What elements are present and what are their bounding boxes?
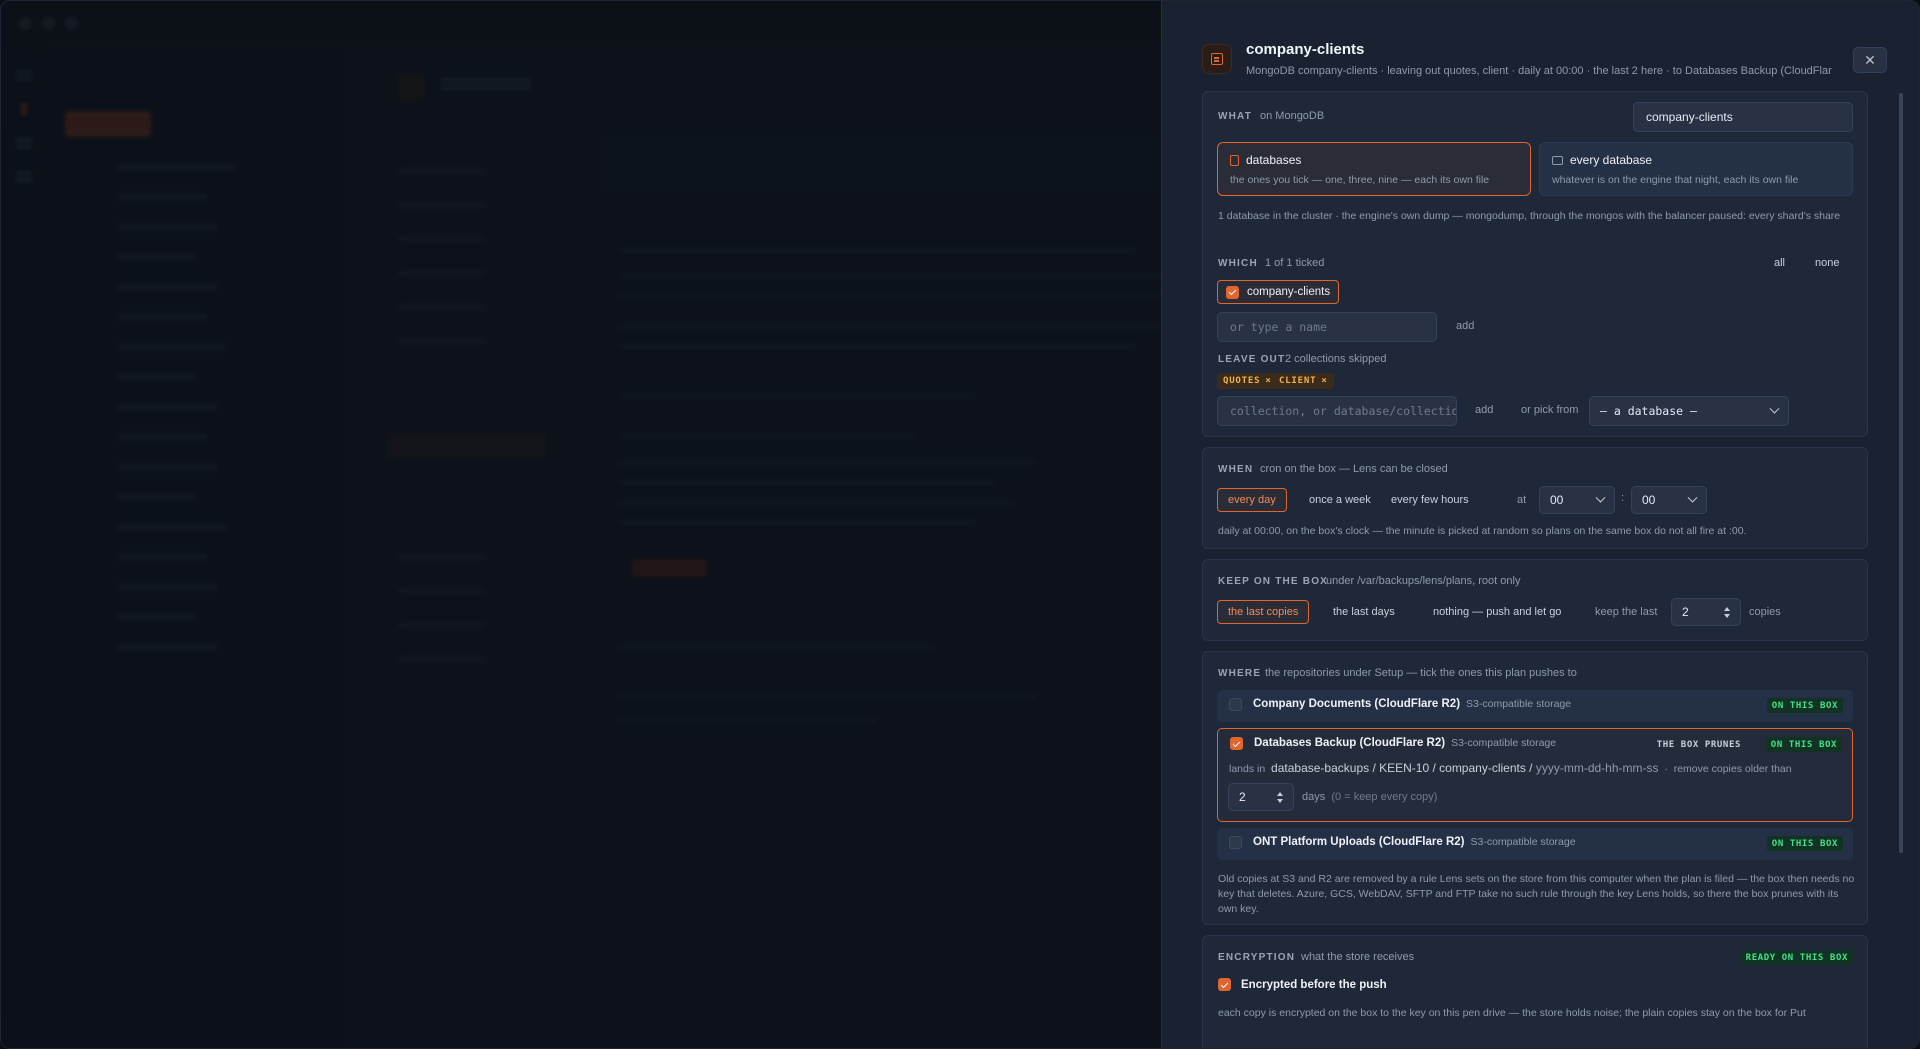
leave-out-note: 2 collections skipped: [1285, 353, 1387, 365]
app-window: company-clients MongoDB company-clients …: [0, 0, 1920, 1049]
days-label: days (0 = keep every copy): [1302, 791, 1438, 803]
section-label: WHEN: [1218, 464, 1254, 475]
encryption-status-badge: READY ON THIS BOX: [1740, 950, 1853, 965]
checkbox-checked[interactable]: [1226, 285, 1239, 299]
option-databases[interactable]: databases the ones you tick — one, three…: [1217, 142, 1531, 196]
retention-nothing[interactable]: nothing — push and let go: [1423, 600, 1571, 624]
option-title: databases: [1246, 153, 1302, 167]
repository-name: ONT Platform Uploads (CloudFlare R2): [1253, 836, 1465, 848]
section-note: on MongoDB: [1260, 110, 1325, 122]
database-name: company-clients: [1247, 286, 1331, 298]
encrypt-checkbox[interactable]: [1218, 978, 1231, 991]
pick-from-label: or pick from: [1521, 404, 1579, 416]
close-icon: ✕: [1864, 51, 1876, 68]
chevron-down-icon: [1687, 492, 1698, 503]
chevron-down-icon: [1769, 403, 1780, 414]
time-colon: :: [1621, 492, 1625, 504]
schedule-once-a-week[interactable]: once a week: [1299, 488, 1381, 512]
section-encryption: ENCRYPTION what the store receives READY…: [1202, 935, 1868, 1048]
section-label: WHERE: [1218, 668, 1262, 679]
database-checkbox-company-clients[interactable]: company-clients: [1217, 280, 1340, 304]
database-pick-select[interactable]: – a database –: [1589, 396, 1789, 426]
select-all-button[interactable]: all: [1774, 257, 1785, 269]
copies-label: copies: [1749, 606, 1781, 618]
stepper-arrows-icon[interactable]: [1724, 606, 1730, 618]
option-desc: the ones you tick — one, three, nine — e…: [1230, 174, 1490, 186]
encrypt-checkbox-row[interactable]: Encrypted before the push: [1218, 978, 1387, 991]
repository-checkbox[interactable]: [1229, 836, 1242, 849]
which-label: WHICH: [1218, 258, 1258, 269]
leave-out-label: LEAVE OUT: [1218, 354, 1286, 365]
pruning-info: Old copies at S3 and R2 are removed by a…: [1218, 873, 1855, 915]
add-collection-button[interactable]: add: [1475, 404, 1493, 416]
destination-path-tail: yyyy-mm-dd-hh-mm-ss: [1535, 761, 1659, 775]
remove-icon[interactable]: ×: [1265, 376, 1271, 386]
section-note: the repositories under Setup — tick the …: [1265, 667, 1577, 679]
repository-databases-backup[interactable]: Databases Backup (CloudFlare R2) S3-compa…: [1217, 728, 1853, 822]
prune-badge: THE BOX PRUNES: [1656, 739, 1741, 750]
repository-checkbox[interactable]: [1230, 737, 1243, 750]
encryption-info: each copy is encrypted on the box to the…: [1218, 1007, 1806, 1019]
drawer-title: company-clients: [1246, 41, 1365, 58]
repository-company-documents[interactable]: Company Documents (CloudFlare R2) S3-comp…: [1217, 690, 1853, 722]
repository-ont-platform-uploads[interactable]: ONT Platform Uploads (CloudFlare R2) S3-c…: [1217, 828, 1853, 860]
drawer-subtitle: MongoDB company-clients · leaving out qu…: [1246, 65, 1832, 77]
repository-type: S3-compatible storage: [1466, 698, 1572, 710]
repository-type: S3-compatible storage: [1470, 836, 1576, 848]
status-badge: ON THIS BOX: [1766, 698, 1843, 713]
section-label: ENCRYPTION: [1218, 952, 1296, 963]
option-every-database[interactable]: every database whatever is on the engine…: [1539, 142, 1853, 196]
section-label: WHAT: [1218, 111, 1253, 122]
section-note: under /var/backups/lens/plans, root only: [1326, 575, 1521, 587]
at-label: at: [1517, 494, 1527, 506]
select-none-button[interactable]: none: [1815, 257, 1839, 269]
add-database-button[interactable]: add: [1456, 320, 1474, 332]
schedule-every-day[interactable]: every day: [1217, 488, 1287, 512]
collection-input[interactable]: collection, or database/collection: [1217, 396, 1457, 426]
retention-last-days[interactable]: the last days: [1323, 600, 1405, 624]
server-icon: [1552, 155, 1563, 165]
option-desc: whatever is on the engine that night, ea…: [1552, 174, 1799, 186]
section-where: WHERE the repositories under Setup — tic…: [1202, 651, 1868, 925]
keep-the-last-label: keep the last: [1595, 606, 1658, 618]
section-note: what the store receives: [1301, 951, 1415, 963]
destination-path: database-backups / KEEN-10 / company-cli…: [1271, 761, 1536, 775]
remove-older-note: remove copies older than: [1673, 763, 1792, 775]
section-label: KEEP ON THE BOX: [1218, 576, 1329, 587]
section-what: WHAT on MongoDB company-clients database…: [1202, 91, 1868, 437]
status-badge: ON THIS BOX: [1766, 836, 1843, 851]
repository-name: Company Documents (CloudFlare R2): [1253, 698, 1461, 710]
repository-type: S3-compatible storage: [1451, 737, 1557, 749]
drawer-header: company-clients MongoDB company-clients …: [1202, 41, 1901, 81]
database-name-input[interactable]: or type a name: [1217, 312, 1437, 342]
copies-stepper[interactable]: 2: [1671, 598, 1741, 626]
stepper-arrows-icon[interactable]: [1277, 791, 1283, 803]
option-title: every database: [1570, 153, 1653, 167]
repository-checkbox[interactable]: [1229, 698, 1242, 711]
schedule-info: daily at 00:00, on the box's clock — the…: [1218, 525, 1747, 537]
retention-last-copies[interactable]: the last copies: [1217, 600, 1310, 624]
excluded-collection-tag[interactable]: QUOTES ×: [1217, 373, 1278, 389]
destination-path-row: lands in database-backups / KEEN-10 / co…: [1229, 761, 1792, 775]
status-badge: ON THIS BOX: [1765, 737, 1842, 752]
remove-icon[interactable]: ×: [1321, 376, 1327, 386]
section-when: WHEN cron on the box — Lens can be close…: [1202, 447, 1868, 549]
engine-info: 1 database in the cluster · the engine's…: [1218, 210, 1841, 222]
repository-name: Databases Backup (CloudFlare R2): [1254, 737, 1446, 749]
hour-select[interactable]: 00: [1539, 486, 1615, 514]
drawer-scrollbar[interactable]: [1899, 93, 1903, 853]
plan-name-input[interactable]: company-clients: [1633, 102, 1853, 132]
which-note: 1 of 1 ticked: [1265, 257, 1325, 269]
plan-drawer: company-clients MongoDB company-clients …: [1161, 1, 1919, 1048]
minute-select[interactable]: 00: [1631, 486, 1707, 514]
days-stepper[interactable]: 2: [1228, 783, 1294, 811]
section-keep: KEEP ON THE BOX under /var/backups/lens/…: [1202, 559, 1868, 641]
database-icon: [1230, 154, 1239, 166]
section-note: cron on the box — Lens can be closed: [1260, 463, 1448, 475]
chevron-down-icon: [1595, 492, 1606, 503]
close-button[interactable]: ✕: [1853, 47, 1887, 73]
database-plan-icon: [1202, 44, 1232, 74]
excluded-collection-tag[interactable]: CLIENT ×: [1273, 373, 1334, 389]
schedule-every-few-hours[interactable]: every few hours: [1381, 488, 1479, 512]
